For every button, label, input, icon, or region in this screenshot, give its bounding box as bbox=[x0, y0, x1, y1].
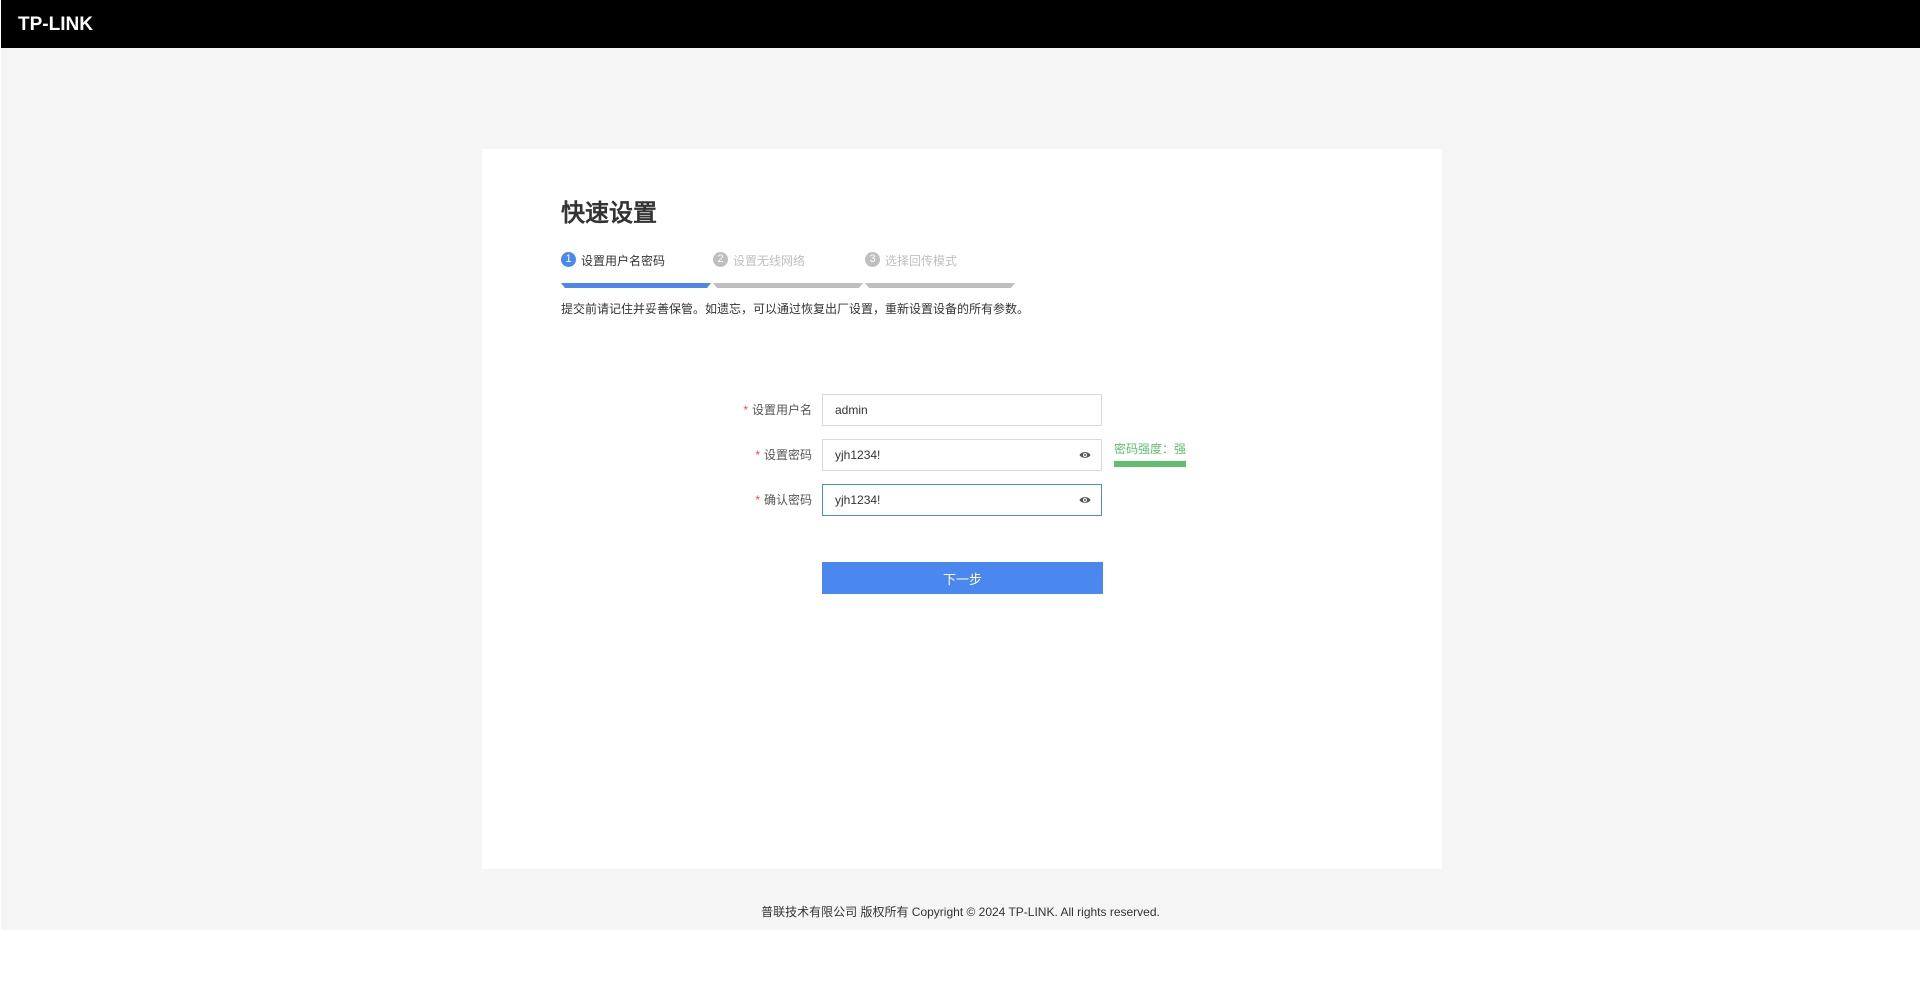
password-input[interactable] bbox=[823, 440, 1063, 470]
content-background: 快速设置 1 设置用户名密码 2 设置无线网络 3 选择回传模式 提交前请记住并… bbox=[1, 48, 1920, 930]
step-2: 2 设置无线网络 bbox=[713, 250, 865, 290]
eye-icon[interactable] bbox=[1079, 495, 1091, 505]
next-button[interactable]: 下一步 bbox=[822, 562, 1103, 594]
strength-text: 密码强度：强 bbox=[1114, 442, 1187, 456]
password-row: *设置密码 密码强度：强 bbox=[482, 439, 1442, 471]
confirm-password-input[interactable] bbox=[823, 485, 1063, 515]
top-bar: TP-LINK bbox=[1, 0, 1920, 48]
step-label: 设置用户名密码 bbox=[581, 254, 666, 268]
step-number: 1 bbox=[561, 252, 576, 267]
password-strength: 密码强度：强 bbox=[1114, 439, 1194, 471]
confirm-password-row: * 确认密码 bbox=[482, 484, 1442, 516]
step-label: 设置无线网络 bbox=[733, 254, 806, 268]
step-3: 3 选择回传模式 bbox=[865, 250, 1017, 290]
step-number: 3 bbox=[865, 252, 880, 267]
tp-link-logo: TP-LINK bbox=[18, 14, 93, 35]
step-1: 1 设置用户名密码 bbox=[561, 250, 713, 290]
required-mark: * bbox=[743, 403, 748, 417]
step-label: 选择回传模式 bbox=[885, 254, 958, 268]
step-progress-bar bbox=[713, 283, 863, 288]
username-input[interactable] bbox=[823, 395, 1063, 425]
password-field bbox=[822, 439, 1102, 471]
setup-steps: 1 设置用户名密码 2 设置无线网络 3 选择回传模式 bbox=[561, 250, 1021, 290]
step-progress-bar bbox=[561, 283, 711, 288]
username-field bbox=[822, 394, 1102, 426]
password-label: * 设置密码 bbox=[755, 448, 812, 462]
eye-icon[interactable] bbox=[1079, 450, 1091, 460]
notice-text: 提交前请记住并妥善保管。如遗忘，可以通过恢复出厂设置，重新设置设备的所有参数。 bbox=[561, 302, 1030, 316]
page-title: 快速设置 bbox=[561, 200, 657, 227]
strength-bar bbox=[1114, 461, 1186, 467]
required-mark: * bbox=[755, 493, 760, 507]
page: TP-LINK 快速设置 1 设置用户名密码 2 设置无线网络 3 选择回传模式 bbox=[1, 0, 1920, 993]
step-number: 2 bbox=[713, 252, 728, 267]
required-mark: * bbox=[755, 448, 760, 462]
username-label: * 设置用户名 bbox=[743, 403, 812, 417]
username-row: * 设置用户名 bbox=[482, 394, 1442, 426]
step-progress-bar bbox=[865, 283, 1015, 288]
confirm-password-field bbox=[822, 484, 1102, 516]
quick-setup-card: 快速设置 1 设置用户名密码 2 设置无线网络 3 选择回传模式 提交前请记住并… bbox=[482, 149, 1442, 869]
footer-copyright: 普联技术有限公司 版权所有 Copyright © 2024 TP-LINK. … bbox=[761, 905, 1160, 919]
confirm-password-label: * 确认密码 bbox=[755, 493, 812, 507]
